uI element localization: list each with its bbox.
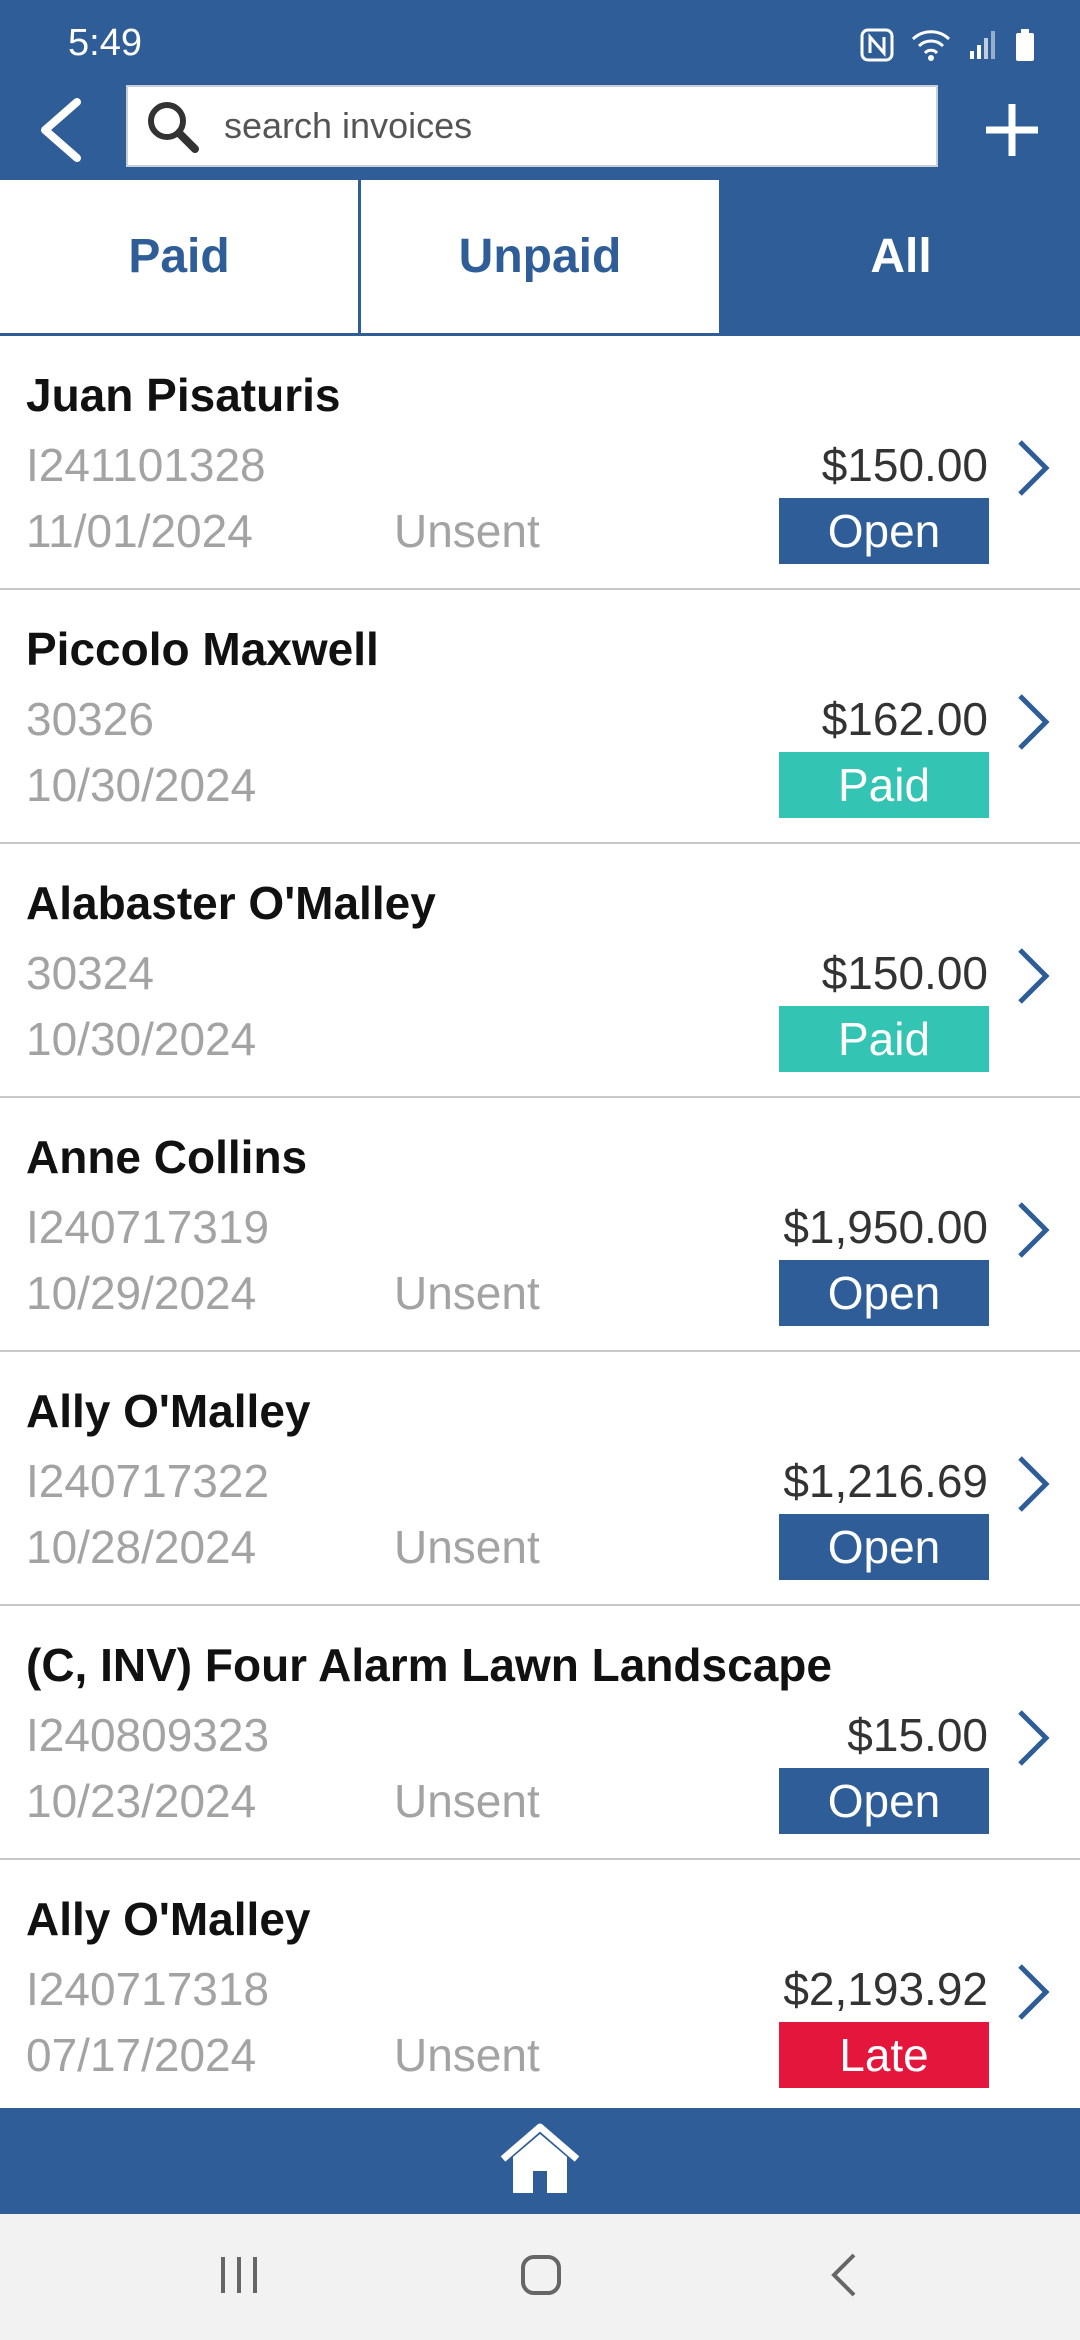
invoice-row[interactable]: (C, INV) Four Alarm Lawn Landscape I2408…	[0, 1606, 1080, 1860]
invoice-amount: $2,193.92	[783, 1963, 988, 2015]
sent-status: Unsent	[394, 1521, 540, 1573]
bottom-bar	[0, 2108, 1080, 2214]
chevron-left-icon	[35, 97, 85, 167]
invoice-amount: $150.00	[821, 947, 988, 999]
invoice-date: 10/29/2024	[26, 1267, 257, 1319]
home-circle-icon	[519, 2253, 563, 2302]
customer-name: Juan Pisaturis	[26, 369, 341, 421]
invoice-amount: $150.00	[821, 439, 988, 491]
invoice-number: I240717319	[26, 1201, 270, 1253]
invoice-date: 10/30/2024	[26, 1013, 257, 1065]
tab-paid[interactable]: Paid	[0, 180, 361, 333]
invoice-date: 10/23/2024	[26, 1775, 257, 1827]
sent-status: Unsent	[394, 505, 540, 557]
invoice-row[interactable]: Alabaster O'Malley 30324 10/30/2024 $150…	[0, 844, 1080, 1098]
chevron-right-icon[interactable]	[1012, 432, 1054, 504]
invoice-date: 07/17/2024	[26, 2029, 257, 2081]
customer-name: (C, INV) Four Alarm Lawn Landscape	[26, 1639, 832, 1691]
chevron-right-icon[interactable]	[1012, 940, 1054, 1012]
status-badge: Open	[779, 498, 989, 564]
chevron-right-icon[interactable]	[1012, 1956, 1054, 2028]
system-back-icon	[828, 2251, 858, 2304]
invoice-number: I241101328	[26, 439, 266, 491]
invoice-number: I240717318	[26, 1963, 270, 2015]
invoice-number: 30324	[26, 947, 154, 999]
status-badge: Paid	[779, 1006, 989, 1072]
filter-tabs: Paid Unpaid All	[0, 180, 1080, 336]
search-box[interactable]	[126, 85, 938, 167]
status-badge: Open	[779, 1768, 989, 1834]
status-badge: Paid	[779, 752, 989, 818]
chevron-right-icon[interactable]	[1012, 686, 1054, 758]
invoice-row[interactable]: Ally O'Malley I240717322 10/28/2024 Unse…	[0, 1352, 1080, 1606]
add-invoice-button[interactable]	[972, 92, 1052, 172]
invoice-date: 10/30/2024	[26, 759, 257, 811]
home-button[interactable]	[495, 2116, 585, 2206]
status-badge: Late	[779, 2022, 989, 2088]
invoice-number: I240717322	[26, 1455, 270, 1507]
system-back-button[interactable]	[803, 2240, 883, 2314]
wifi-icon	[910, 28, 952, 62]
invoice-number: I240809323	[26, 1709, 270, 1761]
chevron-right-icon[interactable]	[1012, 1702, 1054, 1774]
system-home-button[interactable]	[501, 2240, 581, 2314]
back-button[interactable]	[20, 92, 100, 172]
tab-unpaid[interactable]: Unpaid	[361, 180, 722, 333]
customer-name: Ally O'Malley	[26, 1893, 311, 1945]
chevron-right-icon[interactable]	[1012, 1194, 1054, 1266]
customer-name: Anne Collins	[26, 1131, 308, 1183]
invoice-row[interactable]: Piccolo Maxwell 30326 10/30/2024 $162.00…	[0, 590, 1080, 844]
system-nav-bar	[0, 2214, 1080, 2340]
status-icons	[860, 28, 1036, 62]
battery-icon	[1014, 28, 1036, 62]
invoice-row[interactable]: Juan Pisaturis I241101328 11/01/2024 Uns…	[0, 336, 1080, 590]
nfc-icon	[860, 28, 894, 62]
signal-icon	[968, 29, 998, 61]
invoice-amount: $15.00	[847, 1709, 988, 1761]
home-icon	[499, 2123, 581, 2200]
sent-status: Unsent	[394, 2029, 540, 2081]
search-input[interactable]	[224, 105, 904, 147]
customer-name: Alabaster O'Malley	[26, 877, 436, 929]
top-toolbar	[0, 82, 1080, 180]
plus-icon	[984, 102, 1040, 163]
chevron-right-icon[interactable]	[1012, 1448, 1054, 1520]
status-badge: Open	[779, 1260, 989, 1326]
status-badge: Open	[779, 1514, 989, 1580]
invoice-date: 10/28/2024	[26, 1521, 257, 1573]
recents-icon	[217, 2255, 261, 2300]
invoice-row[interactable]: Ally O'Malley I240717318 07/17/2024 Unse…	[0, 1860, 1080, 2108]
invoice-row[interactable]: Anne Collins I240717319 10/29/2024 Unsen…	[0, 1098, 1080, 1352]
sent-status: Unsent	[394, 1267, 540, 1319]
customer-name: Piccolo Maxwell	[26, 623, 379, 675]
recents-button[interactable]	[199, 2240, 279, 2314]
search-icon	[142, 96, 202, 156]
sent-status: Unsent	[394, 1775, 540, 1827]
invoice-amount: $1,216.69	[783, 1455, 988, 1507]
tab-all[interactable]: All	[722, 180, 1080, 333]
invoice-list: Juan Pisaturis I241101328 11/01/2024 Uns…	[0, 336, 1080, 2108]
status-bar: 5:49	[0, 0, 1080, 82]
status-time: 5:49	[68, 22, 142, 64]
customer-name: Ally O'Malley	[26, 1385, 311, 1437]
invoice-number: 30326	[26, 693, 154, 745]
invoice-date: 11/01/2024	[26, 505, 253, 557]
invoice-amount: $162.00	[821, 693, 988, 745]
invoice-amount: $1,950.00	[783, 1201, 988, 1253]
